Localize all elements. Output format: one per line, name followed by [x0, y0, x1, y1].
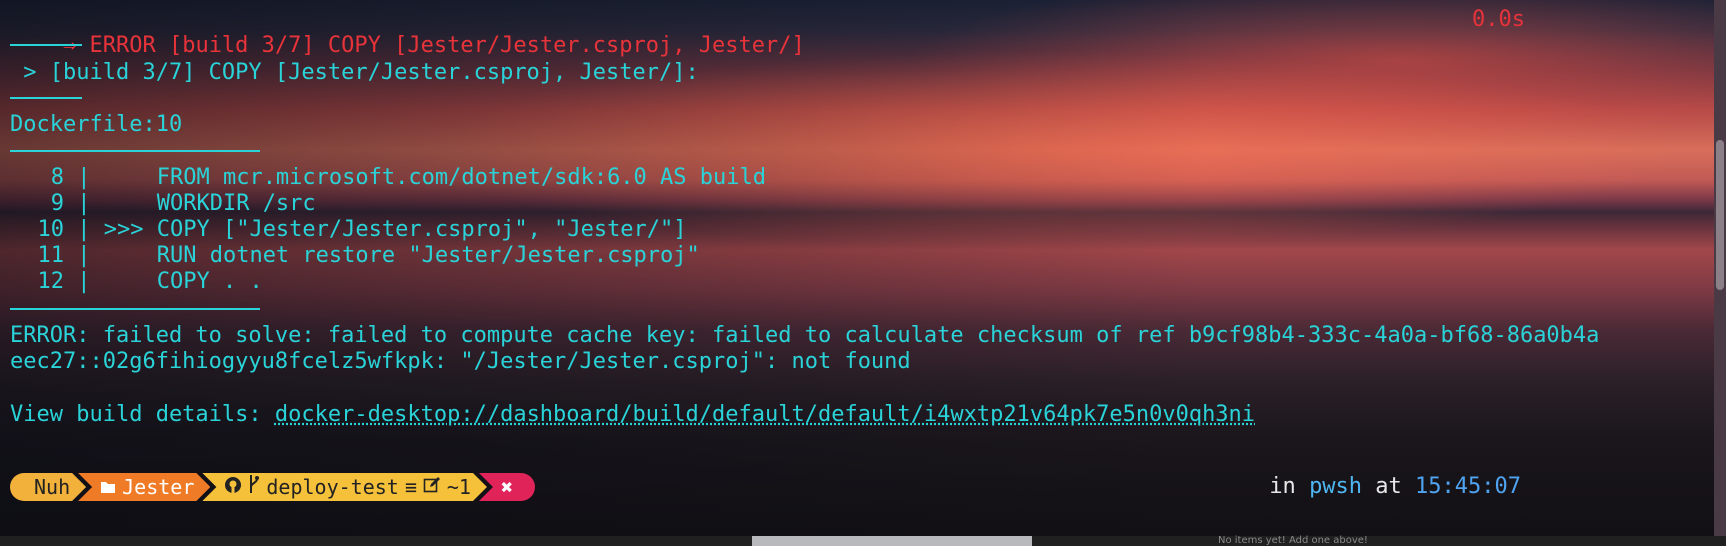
- source-line: 12 | COPY . .: [37, 269, 263, 294]
- prompt-git-segment: deploy-test ≡ ~1: [202, 473, 487, 501]
- prompt-git-status: ≡: [404, 475, 417, 499]
- build-details: View build details: docker-desktop://das…: [10, 402, 1255, 428]
- source-line: 11 | RUN dotnet restore "Jester/Jester.c…: [37, 243, 700, 268]
- prompt-bar: Nuh Jester deploy-test ≡ ~1 ✖: [10, 473, 536, 501]
- prompt-error-segment: ✖: [478, 473, 536, 501]
- source-line: 9 | WORKDIR /src: [50, 191, 316, 216]
- right-prompt-shell: pwsh: [1309, 474, 1363, 499]
- error-x-icon: ✖: [500, 475, 514, 499]
- scrollbar-thumb[interactable]: [1716, 140, 1724, 290]
- prompt-user-segment: Nuh: [10, 473, 86, 501]
- error-header-time: 0.0s: [1472, 7, 1525, 32]
- divider: [10, 44, 82, 46]
- right-prompt-time: 15:45:07: [1415, 474, 1521, 499]
- right-prompt: in pwsh at 15:45:07: [1269, 473, 1521, 501]
- prompt-path: Jester: [122, 475, 195, 499]
- divider: [10, 308, 260, 310]
- terminal-window[interactable]: ⇒ ERROR [build 3/7] COPY [Jester/Jester.…: [0, 0, 1726, 536]
- github-icon: [224, 473, 242, 501]
- background-window: No items yet! Add one above!: [0, 536, 1726, 546]
- source-line-highlight: 10 | >>> COPY ["Jester/Jester.csproj", "…: [37, 217, 687, 242]
- error-message-line-1: ERROR: failed to solve: failed to comput…: [10, 323, 1600, 348]
- edit-icon: [423, 473, 441, 501]
- divider: [10, 97, 82, 99]
- prompt-changes: ~1: [446, 475, 471, 499]
- build-details-link[interactable]: docker-desktop://dashboard/build/default…: [275, 402, 1255, 427]
- source-line: 8 | FROM mcr.microsoft.com/dotnet/sdk:6.…: [50, 165, 767, 190]
- prompt-user: Nuh: [34, 475, 71, 499]
- prompt-path-segment: Jester: [78, 473, 210, 501]
- prompt-branch: deploy-test: [266, 475, 399, 499]
- build-details-label: View build details:: [10, 402, 275, 427]
- error-message-line-2: eec27::02g6fihiogyyu8fcelz5wfkpk: "/Jest…: [10, 349, 911, 374]
- step-line: > [build 3/7] COPY [Jester/Jester.csproj…: [10, 60, 699, 85]
- error-header-text: ERROR [build 3/7] COPY [Jester/Jester.cs…: [89, 33, 805, 58]
- background-panel: [752, 536, 1032, 546]
- right-prompt-in: in: [1269, 474, 1310, 499]
- scrollbar[interactable]: [1714, 0, 1726, 536]
- divider: [10, 150, 260, 152]
- right-prompt-at: at: [1362, 474, 1416, 499]
- dockerfile-ref: Dockerfile:10: [10, 112, 183, 137]
- background-note: No items yet! Add one above!: [1218, 535, 1368, 546]
- folder-icon: [100, 473, 116, 501]
- branch-icon: [248, 473, 260, 501]
